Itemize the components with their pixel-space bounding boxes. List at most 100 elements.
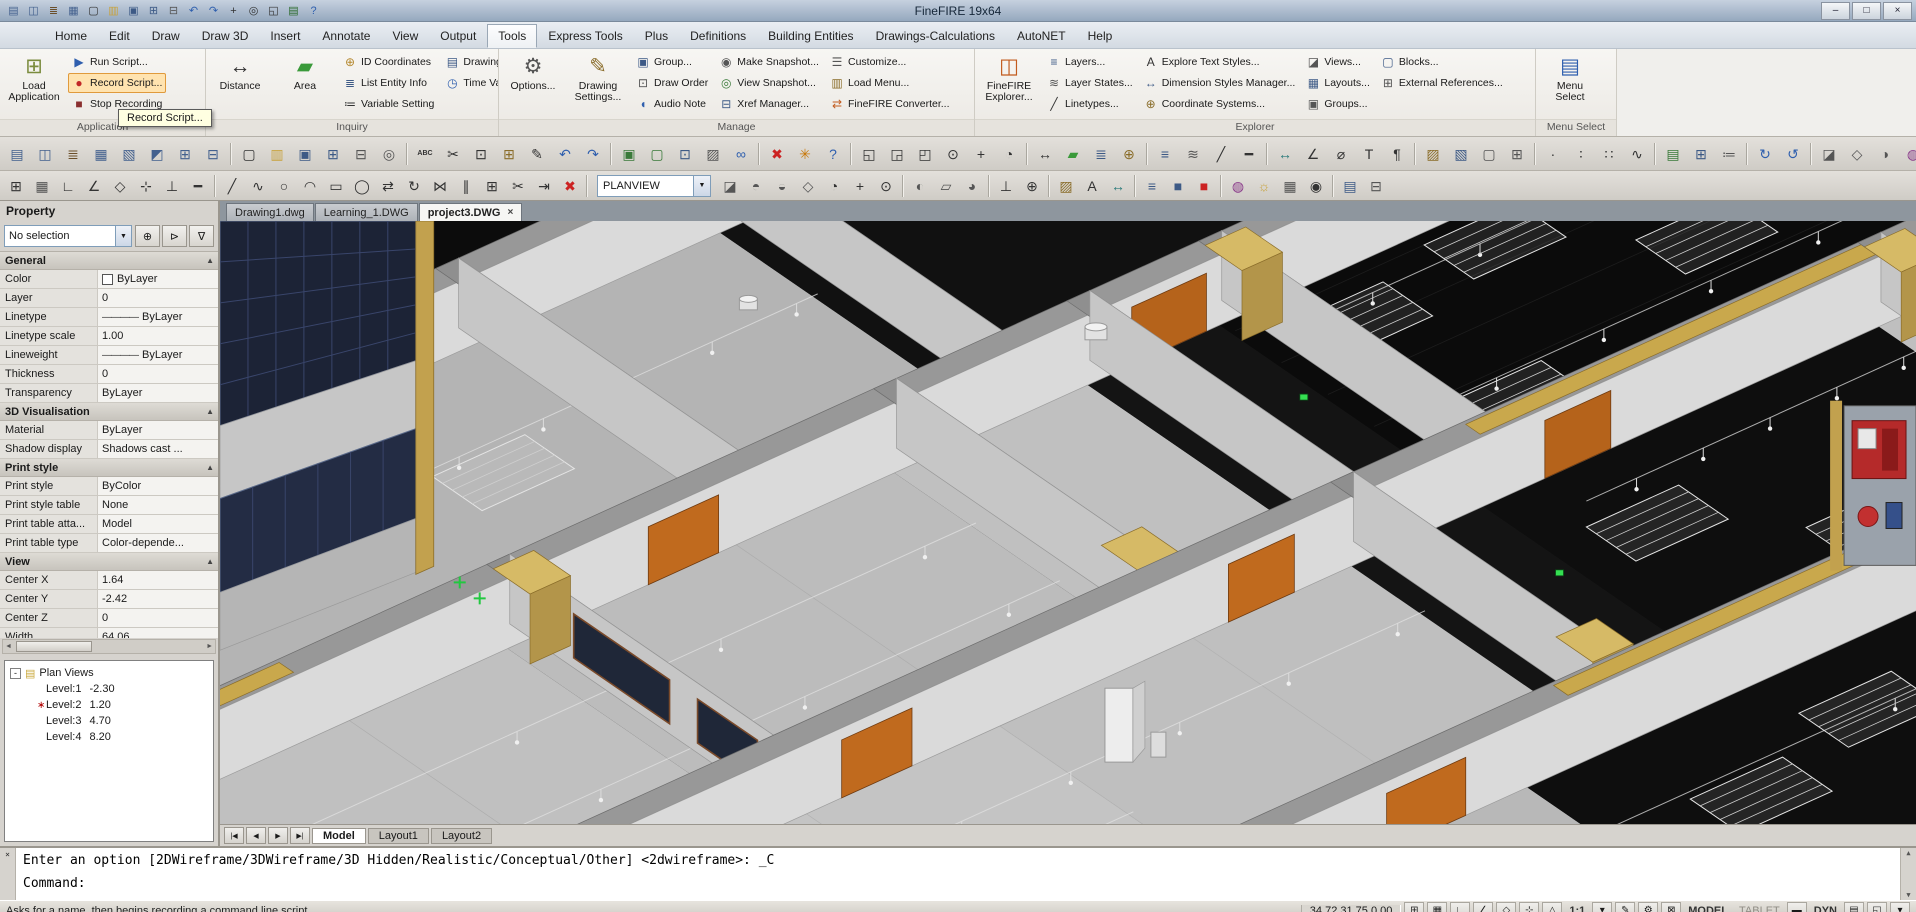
divide-icon[interactable]: ∶	[1567, 140, 1595, 168]
hatch-icon[interactable]: ▨	[1419, 140, 1447, 168]
record-script-button[interactable]: ●Record Script...	[68, 73, 166, 93]
paste-icon[interactable]: ⊞	[495, 140, 523, 168]
tab-view[interactable]: View	[381, 24, 429, 48]
tree-item-level-4[interactable]: Level:48.20	[7, 729, 211, 745]
rectangle-icon[interactable]: ▭	[323, 174, 349, 198]
drawing-tab-drawing1-dwg[interactable]: Drawing1.dwg	[226, 203, 314, 221]
redraw-icon[interactable]: ↻	[1751, 140, 1779, 168]
bld-floors-icon[interactable]: ◫	[31, 140, 59, 168]
autoscale-toggle-icon[interactable]: ⚙	[1638, 902, 1658, 912]
undo-icon[interactable]: ↶	[551, 140, 579, 168]
load-application-button[interactable]: ⊞Load Application	[3, 52, 65, 105]
external-references-button[interactable]: ⊞External References...	[1377, 73, 1507, 93]
drawing-viewport[interactable]	[220, 221, 1916, 824]
offset-icon[interactable]: ∥	[453, 174, 479, 198]
ucs-icon[interactable]: ⊥	[993, 174, 1019, 198]
bld-zones-icon[interactable]: ▦	[64, 2, 83, 19]
property-value[interactable]: 1.64	[98, 571, 218, 589]
design-center-icon[interactable]: ⊞	[1687, 140, 1715, 168]
section-header-view[interactable]: View▲	[0, 553, 218, 571]
clean-screen-icon[interactable]: ◱	[1867, 902, 1887, 912]
render2-icon[interactable]: ◍	[1225, 174, 1251, 198]
annotation-visibility-icon[interactable]: ✎	[1615, 902, 1635, 912]
options-button[interactable]: ⚙Options...	[502, 52, 564, 94]
otrack-icon[interactable]: ⊹	[133, 174, 159, 198]
bld-building-icon[interactable]: ▤	[3, 140, 31, 168]
array-icon[interactable]: ⊞	[479, 174, 505, 198]
view-3d-icon[interactable]: ◇	[1843, 140, 1871, 168]
grid-icon[interactable]: ▦	[29, 174, 55, 198]
tab-definitions[interactable]: Definitions	[679, 24, 757, 48]
pan-view-icon[interactable]: +	[847, 174, 873, 198]
property-value[interactable]: 0	[98, 289, 218, 307]
property-value[interactable]: -2.42	[98, 590, 218, 608]
tab-insert[interactable]: Insert	[259, 24, 311, 48]
print-icon[interactable]: ⊟	[164, 2, 183, 19]
close-icon[interactable]: ×	[5, 850, 10, 859]
redo-icon[interactable]: ↷	[204, 2, 223, 19]
area-button[interactable]: ▰Area	[274, 52, 336, 94]
osnap-icon[interactable]: ◇	[107, 174, 133, 198]
properties-icon[interactable]: ▤	[284, 2, 303, 19]
dim-linear-icon[interactable]: ↔	[1271, 140, 1299, 168]
property-hscrollbar[interactable]: ◄ ►	[2, 639, 216, 654]
polar-toggle-icon[interactable]: ∠	[1473, 902, 1493, 912]
zoom-dynamic-icon[interactable]: ◲	[883, 140, 911, 168]
id-point-icon[interactable]: ⊕	[1115, 140, 1143, 168]
bld-sections-icon[interactable]: ⊟	[199, 140, 227, 168]
finefire-explorer-button[interactable]: ◫FineFIRE Explorer...	[978, 52, 1040, 105]
scrollbar-thumb[interactable]	[16, 641, 92, 652]
dimension-icon[interactable]: ↔	[1105, 174, 1131, 198]
help-tool-icon[interactable]: ?	[819, 140, 847, 168]
regen-icon[interactable]: ↺	[1779, 140, 1807, 168]
dim-angular-icon[interactable]: ∠	[1299, 140, 1327, 168]
pan-icon[interactable]: +	[224, 2, 243, 19]
bld-new-icon[interactable]: ▤	[4, 2, 23, 19]
measure-icon[interactable]: ∷	[1595, 140, 1623, 168]
explore-text-styles-button[interactable]: AExplore Text Styles...	[1140, 52, 1300, 72]
close-button[interactable]: ×	[1883, 2, 1912, 20]
tab-help[interactable]: Help	[1077, 24, 1124, 48]
text-single-icon[interactable]: T	[1355, 140, 1383, 168]
customize-button[interactable]: ☰Customize...	[826, 52, 954, 72]
group-button[interactable]: ▣Group...	[632, 52, 712, 72]
layers-button[interactable]: ≡Layers...	[1043, 52, 1137, 72]
section-header-3d-visualisation[interactable]: 3D Visualisation▲	[0, 403, 218, 421]
match-properties-icon[interactable]: ✎	[523, 140, 551, 168]
print-preview-icon[interactable]: ◎	[375, 140, 403, 168]
osnap-toggle-icon[interactable]: ◇	[1496, 902, 1516, 912]
help-icon[interactable]: ?	[304, 2, 323, 19]
views-button[interactable]: ◪Views...	[1302, 52, 1374, 72]
maximize-button[interactable]: □	[1852, 2, 1881, 20]
move-icon[interactable]: ⇄	[375, 174, 401, 198]
model-space-toggle[interactable]: MODEL	[1684, 905, 1732, 912]
close-tab-icon[interactable]: ×	[507, 207, 513, 218]
section-header-print-style[interactable]: Print style▲	[0, 459, 218, 477]
bld-openings-icon[interactable]: ▧	[115, 140, 143, 168]
variable-setting-button[interactable]: ≔Variable Setting	[339, 94, 438, 114]
chevron-down-icon[interactable]: ▼	[693, 176, 710, 196]
draw-order-button[interactable]: ⊡Draw Order	[632, 73, 712, 93]
named-view-icon[interactable]: ◪	[717, 174, 743, 198]
tablet-toggle[interactable]: TABLET	[1735, 905, 1784, 912]
audio-note-button[interactable]: ◖Audio Note	[632, 94, 712, 114]
view-name-combo[interactable]: PLANVIEW▼	[597, 175, 711, 197]
drawing-settings-button[interactable]: ✎Drawing Settings...	[567, 52, 629, 105]
scroll-right-icon[interactable]: ►	[204, 643, 215, 650]
make-snapshot-button[interactable]: ◉Make Snapshot...	[715, 52, 823, 72]
region-icon[interactable]: ▢	[1475, 140, 1503, 168]
tab-draw[interactable]: Draw	[141, 24, 191, 48]
tab-draw-3d[interactable]: Draw 3D	[191, 24, 260, 48]
ortho-icon[interactable]: ∟	[55, 174, 81, 198]
revcloud-icon[interactable]: ∿	[1623, 140, 1651, 168]
annotation-scale-icon[interactable]: △	[1542, 902, 1562, 912]
property-value[interactable]: ByLayer	[98, 421, 218, 439]
orbit-3d-icon[interactable]: ◔	[821, 174, 847, 198]
tab-output[interactable]: Output	[429, 24, 487, 48]
tab-express-tools[interactable]: Express Tools	[537, 24, 633, 48]
ducs-icon[interactable]: ⊥	[159, 174, 185, 198]
lights-icon[interactable]: ☼	[1251, 174, 1277, 198]
cursor-coordinates[interactable]: 34.72,31.75,0.00	[1301, 905, 1402, 912]
materials-icon[interactable]: ▦	[1277, 174, 1303, 198]
scroll-up-icon[interactable]: ▲	[1906, 849, 1910, 857]
